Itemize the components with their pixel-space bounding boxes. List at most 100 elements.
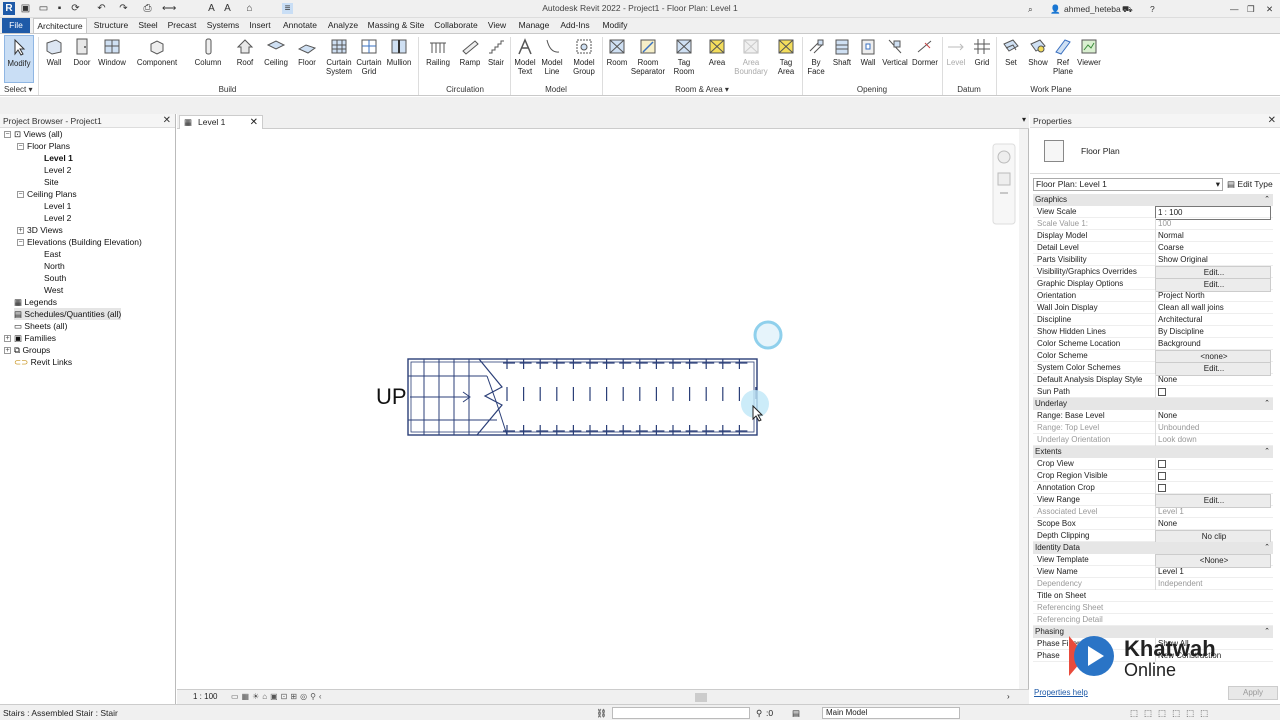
property-value[interactable]: By Discipline — [1155, 326, 1271, 338]
ramp-button[interactable]: Ramp — [456, 35, 484, 83]
mullion-button[interactable]: Mullion — [384, 35, 414, 83]
tree-west[interactable]: West — [44, 284, 63, 296]
tree-floor-plans[interactable]: − Floor Plans — [17, 140, 70, 152]
expand-icon[interactable]: + — [4, 335, 11, 343]
tab-modify[interactable]: Modify — [598, 18, 632, 33]
vertical-scrollbar[interactable] — [1019, 129, 1028, 689]
checkbox[interactable] — [1158, 484, 1166, 492]
tree-ceiling-plans[interactable]: − Ceiling Plans — [17, 188, 77, 200]
curtain-grid-button[interactable]: Curtain Grid — [355, 35, 383, 83]
view-control-icons[interactable]: ▭▦☀⌂▣⊡⊞◎⚲‹ — [231, 690, 325, 704]
property-value[interactable]: None — [1155, 518, 1271, 530]
horizontal-scrollbar[interactable] — [695, 693, 707, 702]
modify-button[interactable]: Modify — [4, 35, 34, 83]
model-line-button[interactable]: Model Line — [539, 35, 565, 83]
properties-help-link[interactable]: Properties help — [1034, 688, 1088, 697]
navigation-bar[interactable] — [992, 143, 1016, 225]
model-group-button[interactable]: Model Group — [568, 35, 600, 83]
tab-manage[interactable]: Manage — [516, 18, 552, 33]
tree-schedules[interactable]: ▤ Schedules/Quantities (all) — [14, 308, 122, 320]
grid-button[interactable]: Grid — [970, 35, 994, 83]
railing-button[interactable]: Railing — [422, 35, 454, 83]
tree-south[interactable]: South — [44, 272, 66, 284]
shaft-button[interactable]: Shaft — [830, 35, 854, 83]
tab-steel[interactable]: Steel — [136, 18, 160, 33]
model-text-button[interactable]: Model Text — [512, 35, 538, 83]
tab-level-1[interactable]: ▦ Level 1 ✕ — [179, 115, 263, 129]
property-value[interactable]: Project North — [1155, 290, 1271, 302]
checkbox[interactable] — [1158, 472, 1166, 480]
tree-3d-views[interactable]: +3D Views — [17, 224, 63, 236]
tab-systems[interactable]: Systems — [204, 18, 242, 33]
column-button[interactable]: Column — [190, 35, 226, 83]
tree-site[interactable]: Site — [44, 176, 59, 188]
help-icon[interactable]: ? — [1150, 2, 1155, 16]
property-value[interactable]: Coarse — [1155, 242, 1271, 254]
view-scale[interactable]: 1 : 100 — [193, 690, 217, 704]
search-icon[interactable]: ⌕ — [1028, 2, 1033, 16]
wall-opening-button[interactable]: Wall — [856, 35, 880, 83]
tree-revit-links[interactable]: ⊂⊃ Revit Links — [14, 356, 72, 368]
expand-icon[interactable]: + — [4, 347, 11, 355]
property-value[interactable]: Show Original — [1155, 254, 1271, 266]
viewer-button[interactable]: Viewer — [1074, 35, 1104, 83]
window-button[interactable]: Window — [96, 35, 128, 83]
group-underlay[interactable]: Underlay ⌃ — [1033, 398, 1273, 410]
design-option-field[interactable]: Main Model — [822, 707, 960, 719]
tree-sheets[interactable]: ▭ Sheets (all) — [14, 320, 67, 332]
level-button[interactable]: Level — [944, 35, 968, 83]
restore-icon[interactable]: ❐ — [1247, 2, 1255, 16]
tree-groups[interactable]: + ⧉ Groups — [4, 344, 50, 356]
drawing-canvas[interactable]: UP — [177, 129, 1020, 689]
collapse-icon[interactable]: − — [17, 143, 24, 151]
tree-east[interactable]: East — [44, 248, 61, 260]
collapse-icon[interactable]: ⌃ — [1264, 626, 1270, 638]
collapse-icon[interactable]: − — [17, 239, 24, 247]
vertical-button[interactable]: Vertical — [880, 35, 910, 83]
workset-field[interactable] — [612, 707, 750, 719]
floor-button[interactable]: Floor — [294, 35, 320, 83]
property-value[interactable]: Clean all wall joins — [1155, 302, 1271, 314]
property-value[interactable]: Architectural — [1155, 314, 1271, 326]
tab-structure[interactable]: Structure — [90, 18, 132, 33]
tab-collaborate[interactable]: Collaborate — [432, 18, 480, 33]
tree-ceiling-level-1[interactable]: Level 1 — [44, 200, 71, 212]
user-icon[interactable]: 👤 — [1050, 2, 1061, 16]
component-button[interactable]: Component — [132, 35, 182, 83]
ceiling-button[interactable]: Ceiling — [261, 35, 291, 83]
room-separator-button[interactable]: Room Separator — [630, 35, 666, 83]
ref-plane-button[interactable]: Ref Plane — [1052, 35, 1074, 83]
close-icon[interactable]: ✕ — [1268, 114, 1276, 128]
checkbox[interactable] — [1158, 388, 1166, 396]
property-value[interactable]: Background — [1155, 338, 1271, 350]
scroll-right-icon[interactable]: › — [1007, 690, 1010, 704]
worksets-icon[interactable]: ⛓ — [596, 705, 607, 721]
close-icon[interactable]: ✕ — [1266, 2, 1273, 16]
selection-filter-icons[interactable]: ⬚⬚⬚⬚⬚⬚ — [1130, 705, 1214, 721]
instance-filter-dropdown[interactable]: Floor Plan: Level 1 ▾ — [1033, 178, 1223, 191]
stair-plan[interactable] — [407, 358, 758, 436]
tree-ceiling-level-2[interactable]: Level 2 — [44, 212, 71, 224]
edit-type-button[interactable]: ▤ Edit Type — [1227, 178, 1273, 191]
area-boundary-button[interactable]: Area Boundary — [732, 35, 770, 83]
door-button[interactable]: Door — [68, 35, 96, 83]
collapse-icon[interactable]: ⌃ — [1264, 194, 1270, 206]
tag-area-button[interactable]: Tag Area — [772, 35, 800, 83]
user-name[interactable]: ahmed_heteba — [1064, 2, 1121, 16]
property-value[interactable]: Normal — [1155, 230, 1271, 242]
group-identity[interactable]: Identity Data ⌃ — [1033, 542, 1273, 554]
tree-north[interactable]: North — [44, 260, 65, 272]
property-value[interactable]: Level 1 — [1155, 566, 1271, 578]
show-button[interactable]: Show — [1024, 35, 1052, 83]
close-icon[interactable]: ✕ — [163, 114, 171, 128]
apply-button[interactable]: Apply — [1228, 686, 1278, 700]
tree-families[interactable]: + ▣ Families — [4, 332, 56, 344]
roof-button[interactable]: Roof — [230, 35, 260, 83]
collapse-icon[interactable]: ⌃ — [1264, 446, 1270, 458]
type-selector[interactable]: Floor Plan — [1030, 128, 1280, 174]
minimize-icon[interactable]: — — [1230, 2, 1239, 16]
tab-precast[interactable]: Precast — [165, 18, 199, 33]
dormer-button[interactable]: Dormer — [910, 35, 940, 83]
by-face-button[interactable]: By Face — [804, 35, 828, 83]
tab-view[interactable]: View — [486, 18, 508, 33]
